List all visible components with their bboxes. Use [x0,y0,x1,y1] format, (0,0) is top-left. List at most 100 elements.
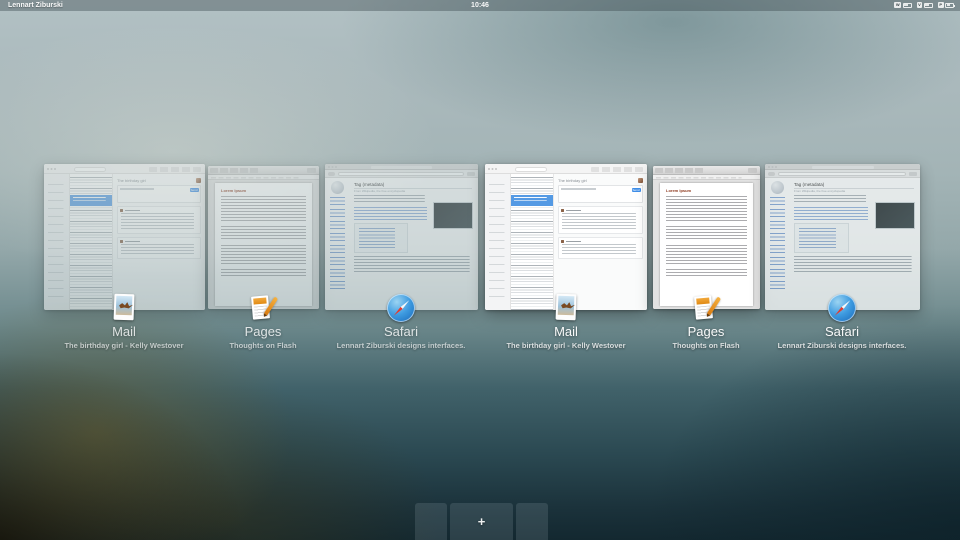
workspace-thumbnail-pages-2[interactable]: Lorem Ipsum [653,166,760,309]
safari-app-icon[interactable] [827,293,857,323]
workspace-thumbnail-safari-1[interactable]: Tag (metadata) From Wikipedia, the free … [325,164,478,310]
safari-toolbar [325,170,478,178]
mail-sidebar [485,174,511,310]
address-bar [338,171,464,177]
pages-app-icon[interactable] [248,293,279,323]
pages-toolbar [653,166,760,175]
workspace-thumbnail-pages-1[interactable]: Lorem Ipsum [208,166,319,309]
mail-message-card [117,206,201,234]
article-infobox-image [875,202,915,229]
wifi-indicator[interactable]: W [894,2,912,8]
mail-message-card [558,237,643,259]
wiki-sidebar-links [330,197,345,289]
wifi-letter: W [894,2,902,8]
power-indicator[interactable]: P [937,2,955,8]
pages-document: Lorem Ipsum [660,183,753,306]
mail-message-list [70,174,113,310]
workspace-thumbnail-mail-2[interactable]: The birthday girl Send [485,164,647,310]
mail-selected-message [511,195,553,206]
avatar [638,178,643,183]
mail-subject: The birthday girl [558,178,587,183]
menu-bar: Lennart Ziburski 10:46 W V P [0,0,960,11]
mail-app-icon[interactable] [109,293,139,323]
mail-compose-card: Send [117,185,201,203]
window-buttons-icon [47,167,49,170]
mail-toolbar-buttons [149,167,201,172]
search-field [74,167,106,172]
avatar [196,178,201,183]
article-subheading: From Wikipedia, the free encyclopedia [354,189,406,193]
eagle-icon [561,302,575,310]
safari-toolbar [765,170,920,178]
power-letter: P [937,2,944,8]
clock: 10:46 [471,2,489,9]
mail-message-card [117,237,201,259]
volume-letter: V [916,2,923,8]
desktop-overview: Lennart Ziburski 10:46 W V P The birthda… [0,0,960,540]
window-buttons-icon [328,166,330,168]
mail-app-icon[interactable] [551,293,581,323]
mail-send-button: Send [189,187,199,192]
pages-toolbar [208,166,319,175]
wifi-toggle-icon [902,2,912,8]
safari-app-icon[interactable] [386,293,416,323]
article-heading: Tag (metadata) [354,182,472,189]
volume-indicator[interactable]: V [916,2,933,8]
webpage-content: Tag (metadata) From Wikipedia, the free … [325,178,478,310]
pages-canvas: Lorem Ipsum [653,180,760,309]
mail-toolbar-buttons [591,167,643,172]
app-name: Safari [825,324,859,339]
plus-icon: + [477,514,486,529]
add-workspace-button[interactable]: + [450,503,513,540]
pages-toolbar-button [748,168,757,173]
workspace-thumbnail-safari-2[interactable]: Tag (metadata) From Wikipedia, the free … [765,164,920,310]
address-bar [778,171,906,177]
mail-compose-card: Send [558,185,643,203]
pages-toolbar-buttons [655,168,705,173]
safari-toolbar-buttons [909,172,917,176]
safari-toolbar-buttons [467,172,475,176]
webpage-content: Tag (metadata) From Wikipedia, the free … [765,178,920,310]
safari-tab [370,165,433,169]
wikipedia-globe-icon [331,181,344,194]
workspace-handle-left[interactable] [415,503,447,540]
mail-toolbar [44,164,205,174]
menu-status-icons: W V P [894,2,955,8]
pages-toolbar-button [307,168,316,173]
mail-toolbar [485,164,647,174]
workspace-thumbnail-mail-1[interactable]: The birthday girl Send [44,164,205,310]
mail-message-list [511,174,554,310]
battery-icon [945,2,955,8]
pages-toolbar-buttons [210,168,260,173]
wikipedia-globe-icon [771,181,784,194]
safari-tab [811,165,874,169]
back-forward-icon [328,172,335,176]
mail-selected-message [70,195,112,206]
back-forward-icon [768,172,775,176]
mail-subject: The birthday girl [117,178,146,183]
volume-bar-icon [923,2,933,8]
document-heading: Lorem Ipsum [666,188,692,193]
window-buttons-icon [488,167,490,170]
wiki-sidebar-links [770,197,785,289]
mail-reading-pane: The birthday girl Send [554,174,647,310]
article-toc [794,223,850,253]
workspace-label: Safari Lennart Ziburski designs interfac… [732,325,952,350]
window-buttons-icon [768,166,770,168]
eagle-icon [119,302,133,310]
document-heading: Lorem Ipsum [221,188,247,193]
mail-send-button: Send [631,187,641,192]
mail-message-card [558,206,643,234]
mail-reading-pane: The birthday girl Send [113,174,205,310]
workspace-handle-right[interactable] [516,503,548,540]
pages-canvas: Lorem Ipsum [208,180,319,309]
mail-sidebar [44,174,70,310]
article-infobox-image [433,202,473,229]
article-subheading: From Wikipedia, the free encyclopedia [794,189,846,193]
window-title: Lennart Ziburski designs interfaces. [777,340,907,350]
pages-document: Lorem Ipsum [215,183,312,306]
article-toc [354,223,409,253]
pages-app-icon[interactable] [691,293,722,323]
article-heading: Tag (metadata) [794,182,914,189]
search-field [515,167,547,172]
